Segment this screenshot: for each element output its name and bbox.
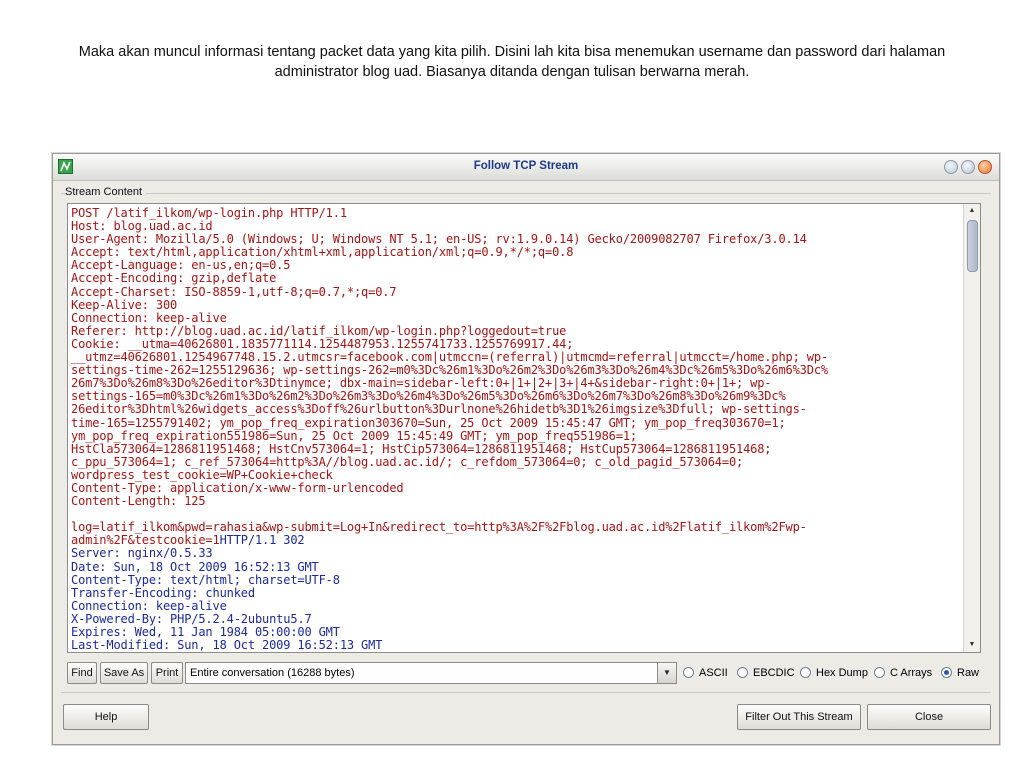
stream-line-text: Content-Type: text/html; charset=UTF-8 [71,572,340,587]
radio-c-arrays-label: C Arrays [890,667,933,679]
stream-line-text: Keep-Alive: 300 [71,297,178,312]
radio-hex-dump-circle[interactable] [800,667,811,678]
stream-line-text: time-165=1255791402; ym_pop_freq_expirat… [71,415,786,430]
stream-line-text: 26editor%3Dhtml%26widgets_access%3Doff%2… [71,402,807,417]
radio-ebcdic[interactable]: EBCDIC [737,666,795,682]
follow-tcp-stream-window: Follow TCP Stream Stream Content POST /l… [52,153,1000,745]
stream-line-text: Content-Length: 125 [71,494,206,509]
footer-divider [61,692,991,693]
scroll-down-icon[interactable]: ▼ [964,638,980,652]
window-title: Follow TCP Stream [473,160,579,172]
radio-raw[interactable]: Raw [941,666,979,682]
stream-line-text: Transfer-Encoding: chunked [71,585,255,600]
print-button[interactable]: Print [151,662,183,684]
stream-line-text: X-Powered-By: PHP/5.2.4-2ubuntu5.7 [71,611,312,626]
group-divider [61,193,991,194]
stream-line-text: Accept: text/html,application/xhtml+xml,… [71,245,574,260]
stream-line-text: Accept-Encoding: gzip,deflate [71,271,277,286]
stream-line-text: Cookie: __utma=40626801.1835771114.12544… [71,336,574,351]
help-button[interactable]: Help [63,704,149,730]
stream-line-text: log=latif_ilkom&pwd=rahasia&wp-submit=Lo… [71,520,807,535]
radio-ascii-label: ASCII [699,667,728,679]
stream-line-text: Connection: keep-alive [71,310,227,325]
stream-text[interactable]: POST /latif_ilkom/wp-login.php HTTP/1.1 H… [71,207,961,651]
stream-line-text: c_ppu_573064=1; c_ref_573064=http%3A//bl… [71,454,744,469]
filter-out-stream-button[interactable]: Filter Out This Stream [737,704,861,730]
stream-line-text: Server: nginx/0.5.33 [71,546,213,561]
stream-line-text: settings-time-262=1255129636; wp-setting… [71,363,828,378]
stream-line-text: wordpress_test_cookie=WP+Cookie+check [71,467,333,482]
radio-ebcdic-label: EBCDIC [753,667,795,679]
stream-content-box[interactable]: POST /latif_ilkom/wp-login.php HTTP/1.1 H… [67,203,981,653]
save-as-button[interactable]: Save As [100,662,148,684]
stream-line-text: Accept-Charset: ISO-8859-1,utf-8;q=0.7,*… [71,284,397,299]
stream-line-text: Host: blog.uad.ac.id [71,219,213,234]
vertical-scrollbar[interactable]: ▲ ▼ [963,204,980,652]
stream-line-text: __utmz=40626801.1254967748.15.2.utmcsr=f… [71,350,828,365]
stream-controls: Find Save As Print Entire conversation (… [67,662,989,686]
close-window-icon[interactable] [978,160,992,174]
stream-line-text: Content-Type: application/x-www-form-url… [71,480,404,495]
stream-line-text: Last-Modified: Sun, 18 Oct 2009 16:52:13… [71,638,383,651]
radio-hex-dump-label: Hex Dump [816,667,868,679]
radio-raw-circle[interactable] [941,667,952,678]
radio-hex-dump[interactable]: Hex Dump [800,666,868,682]
stream-line-text: User-Agent: Mozilla/5.0 (Windows; U; Win… [71,232,807,247]
stream-line-text: Accept-Language: en-us,en;q=0.5 [71,258,291,273]
stream-content-label: Stream Content [65,186,147,198]
close-button[interactable]: Close [867,704,991,730]
stream-line-tail: HTTP/1.1 302 [219,533,305,548]
radio-raw-label: Raw [957,667,980,679]
conversation-select[interactable]: Entire conversation (16288 bytes) ▼ [185,662,677,684]
stream-line-text: settings-165=m0%3Dc%26m1%3Do%26m2%3Do%26… [71,389,786,404]
chevron-down-icon[interactable]: ▼ [657,663,676,683]
stream-line-text: Connection: keep-alive [71,598,227,613]
scroll-up-icon[interactable]: ▲ [964,204,980,218]
stream-line: Last-Modified: Sun, 18 Oct 2009 16:52:13… [71,639,961,651]
stream-line-text: HstCla573064=1286811951468; HstCnv573064… [71,441,772,456]
stream-line: Content-Length: 125 [71,495,961,508]
stream-line-text: Expires: Wed, 11 Jan 1984 05:00:00 GMT [71,625,340,639]
stream-line-text: Date: Sun, 18 Oct 2009 16:52:13 GMT [71,559,319,574]
scroll-thumb[interactable] [967,220,978,272]
stream-line: Accept-Charset: ISO-8859-1,utf-8;q=0.7,*… [71,284,961,299]
radio-ascii[interactable]: ASCII [683,666,728,682]
maximize-icon[interactable] [961,160,975,174]
stream-line-text: POST /latif_ilkom/wp-login.php HTTP/1.1 [71,207,347,220]
stream-line-text: 26m7%3Do%26m8%3Do%26editor%3Dtinymce; db… [71,376,772,391]
radio-ebcdic-circle[interactable] [737,667,748,678]
stream-line-text: ym_pop_freq_expiration551986=Sun, 25 Oct… [71,428,637,443]
title-bar[interactable]: Follow TCP Stream [53,154,999,181]
slide-caption: Maka akan muncul informasi tentang packe… [78,44,946,80]
stream-line-text [71,507,78,521]
conversation-select-value: Entire conversation (16288 bytes) [190,667,355,679]
radio-c-arrays[interactable]: C Arrays [874,666,932,682]
radio-c-arrays-circle[interactable] [874,667,885,678]
stream-line-text: Referer: http://blog.uad.ac.id/latif_ilk… [71,323,567,338]
minimize-icon[interactable] [944,160,958,174]
find-button[interactable]: Find [67,662,97,684]
radio-ascii-circle[interactable] [683,667,694,678]
stream-line-text: admin%2F&testcookie=1 [71,533,220,548]
